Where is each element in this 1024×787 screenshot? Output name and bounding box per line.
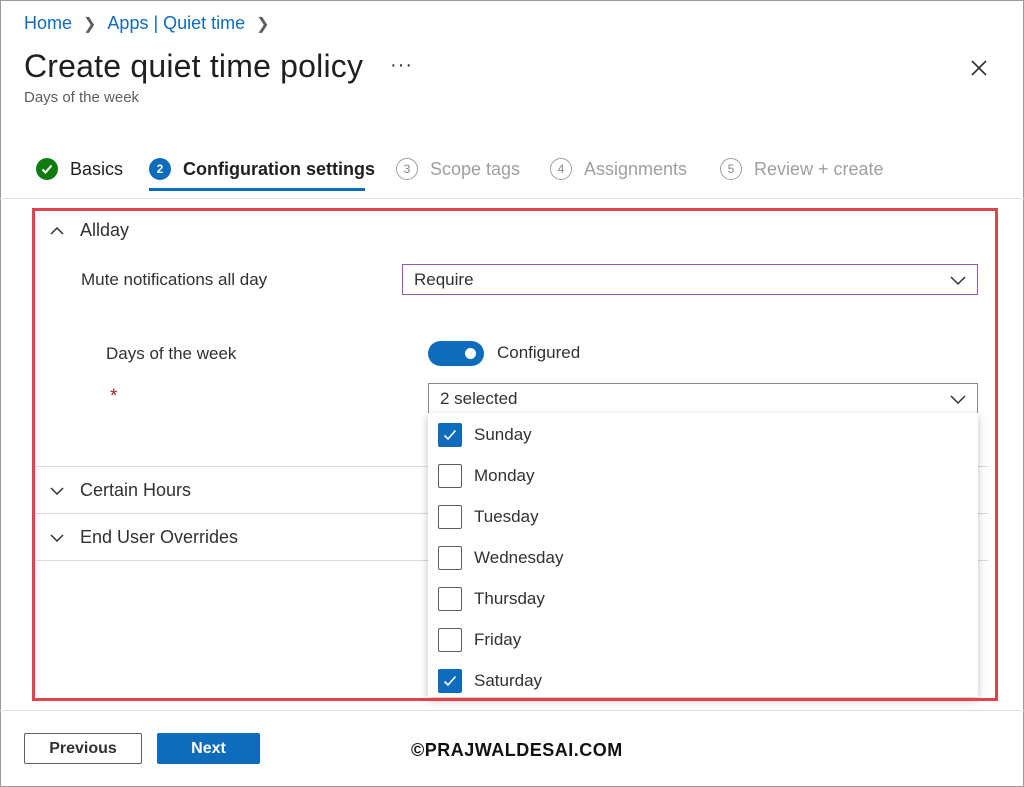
step-label: Configuration settings <box>183 158 375 179</box>
divider <box>0 198 1024 199</box>
step-basics[interactable]: Basics <box>36 152 123 186</box>
step-number: 2 <box>149 158 171 180</box>
checkmark-icon <box>36 158 58 180</box>
step-label: Review + create <box>754 158 884 179</box>
breadcrumb-home-link[interactable]: Home <box>24 13 72 34</box>
chevron-right-icon: ❯ <box>256 15 270 33</box>
step-configuration-settings[interactable]: 2 Configuration settings <box>149 152 375 186</box>
step-label: Assignments <box>584 158 688 179</box>
more-options-button[interactable]: ··· <box>390 54 413 77</box>
previous-button[interactable]: Previous <box>24 733 142 764</box>
highlight-box <box>32 208 998 701</box>
chevron-right-icon: ❯ <box>83 15 97 33</box>
step-review-create[interactable]: 5 Review + create <box>720 152 884 186</box>
page-subtitle: Days of the week <box>24 89 140 106</box>
page-title: Create quiet time policy <box>24 48 364 84</box>
breadcrumb: Home ❯ Apps | Quiet time ❯ <box>24 13 281 34</box>
step-number: 3 <box>396 158 418 180</box>
step-label: Basics <box>70 158 124 179</box>
watermark: ©PRAJWALDESAI.COM <box>411 740 623 760</box>
next-button[interactable]: Next <box>157 733 260 764</box>
close-icon[interactable] <box>966 55 992 81</box>
step-assignments[interactable]: 4 Assignments <box>550 152 687 186</box>
active-step-indicator <box>149 188 365 191</box>
breadcrumb-apps-link[interactable]: Apps | Quiet time <box>107 13 245 34</box>
step-number: 4 <box>550 158 572 180</box>
wizard-steps: Basics 2 Configuration settings 3 Scope … <box>0 152 1024 192</box>
step-number: 5 <box>720 158 742 180</box>
step-scope-tags[interactable]: 3 Scope tags <box>396 152 520 186</box>
divider <box>0 710 1024 711</box>
step-label: Scope tags <box>430 158 521 179</box>
